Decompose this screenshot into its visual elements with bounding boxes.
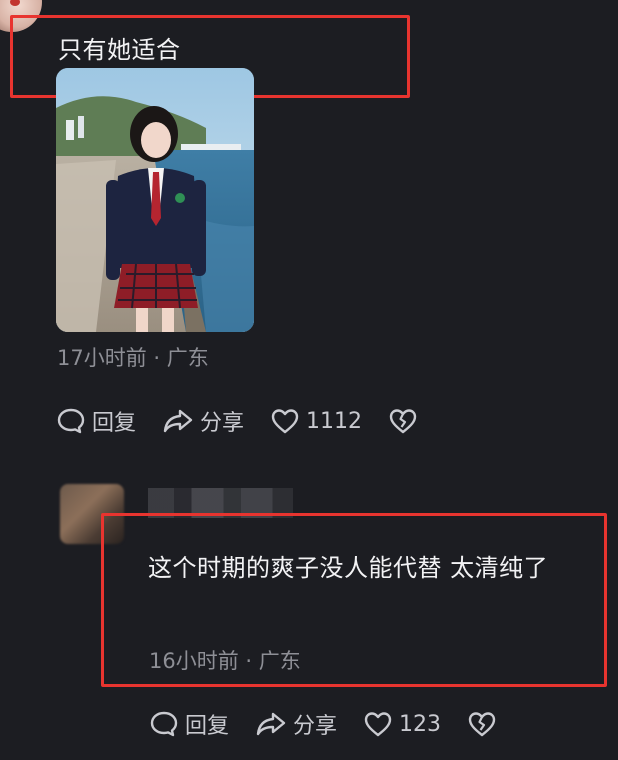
dislike-icon	[389, 409, 417, 434]
reply-icon	[150, 711, 178, 737]
dislike-button[interactable]	[467, 709, 503, 739]
heart-icon	[364, 712, 392, 737]
like-button[interactable]: 123	[363, 709, 441, 739]
reply-button[interactable]: 回复	[56, 405, 136, 437]
comment-text: 这个时期的爽子没人能代替 太清纯了	[148, 554, 549, 582]
dislike-icon	[468, 712, 496, 737]
like-count: 123	[399, 711, 442, 737]
like-button[interactable]: 1112	[270, 406, 362, 436]
comment-meta: 16小时前 · 广东	[149, 649, 301, 673]
dislike-button[interactable]	[388, 406, 424, 436]
share-label: 分享	[293, 714, 338, 739]
share-button[interactable]: 分享	[255, 708, 337, 740]
share-icon	[163, 409, 193, 433]
reply-label: 回复	[92, 411, 137, 436]
comment-photo[interactable]	[56, 68, 254, 332]
like-count: 1112	[306, 408, 363, 434]
comment-actions: 回复 分享 1112	[56, 405, 450, 437]
reply-icon	[57, 408, 85, 434]
share-icon	[256, 712, 286, 736]
heart-icon	[271, 409, 299, 434]
comment-actions: 回复 分享 123	[149, 708, 529, 740]
share-button[interactable]: 分享	[162, 405, 244, 437]
share-label: 分享	[200, 411, 245, 436]
reply-label: 回复	[185, 714, 230, 739]
comment-meta: 17小时前 · 广东	[57, 346, 209, 370]
reply-button[interactable]: 回复	[149, 708, 229, 740]
